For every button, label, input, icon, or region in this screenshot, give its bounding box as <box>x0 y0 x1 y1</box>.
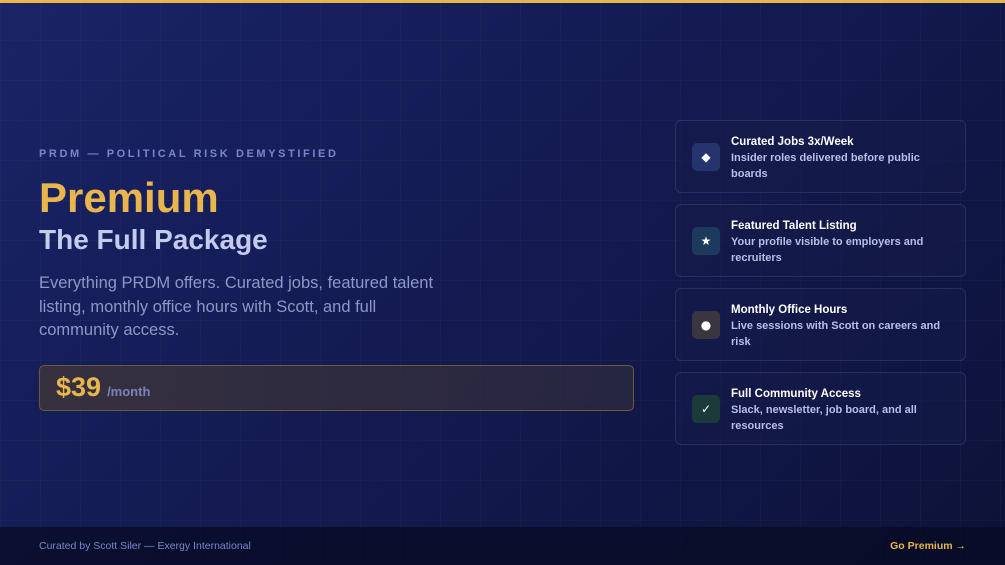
feature-description: Slack, newsletter, job board, and all re… <box>731 404 917 432</box>
price-amount: $39 <box>56 372 102 402</box>
premium-slide: PRDM — POLITICAL RISK DEMYSTIFIED Premiu… <box>0 0 1005 565</box>
feature-text: Curated Jobs 3x/Week Insider roles deliv… <box>731 135 956 182</box>
page-subtitle: The Full Package <box>39 224 268 255</box>
footer: Curated by Scott Siler — Exergy Internat… <box>0 527 1005 565</box>
price-period: /month <box>107 384 151 399</box>
check-icon: ✓ <box>692 395 720 423</box>
go-premium-link[interactable]: Go Premium → <box>890 540 966 552</box>
page-title: Premium <box>39 174 219 221</box>
feature-description: Insider roles delivered before public bo… <box>731 152 920 180</box>
feature-title: Monthly Office Hours <box>731 304 848 316</box>
feature-text: Full Community Access Slack, newsletter,… <box>731 387 956 434</box>
star-icon: ★ <box>692 227 720 255</box>
top-accent-bar <box>0 0 1005 3</box>
feature-card-office-hours: ● Monthly Office Hours Live sessions wit… <box>675 288 966 361</box>
feature-list: ◆ Curated Jobs 3x/Week Insider roles del… <box>675 120 966 456</box>
feature-title: Curated Jobs 3x/Week <box>731 136 854 148</box>
diamond-icon: ◆ <box>692 143 720 171</box>
feature-title: Featured Talent Listing <box>731 220 857 232</box>
feature-description: Your profile visible to employers and re… <box>731 236 924 264</box>
feature-text: Monthly Office Hours Live sessions with … <box>731 303 956 350</box>
brand-eyebrow: PRDM — POLITICAL RISK DEMYSTIFIED <box>39 148 339 160</box>
hero-section: PRDM — POLITICAL RISK DEMYSTIFIED Premiu… <box>39 148 639 411</box>
feature-description: Live sessions with Scott on careers and … <box>731 320 941 348</box>
hero-description: Everything PRDM offers. Curated jobs, fe… <box>39 274 434 339</box>
feature-card-community-access: ✓ Full Community Access Slack, newslette… <box>675 372 966 445</box>
feature-title: Full Community Access <box>731 388 861 400</box>
price-box: $39 /month <box>39 364 634 411</box>
feature-card-featured-talent: ★ Featured Talent Listing Your profile v… <box>675 204 966 277</box>
dot-icon: ● <box>692 311 720 339</box>
footer-credit: Curated by Scott Siler — Exergy Internat… <box>39 540 251 552</box>
feature-text: Featured Talent Listing Your profile vis… <box>731 219 956 266</box>
feature-card-curated-jobs: ◆ Curated Jobs 3x/Week Insider roles del… <box>675 120 966 193</box>
